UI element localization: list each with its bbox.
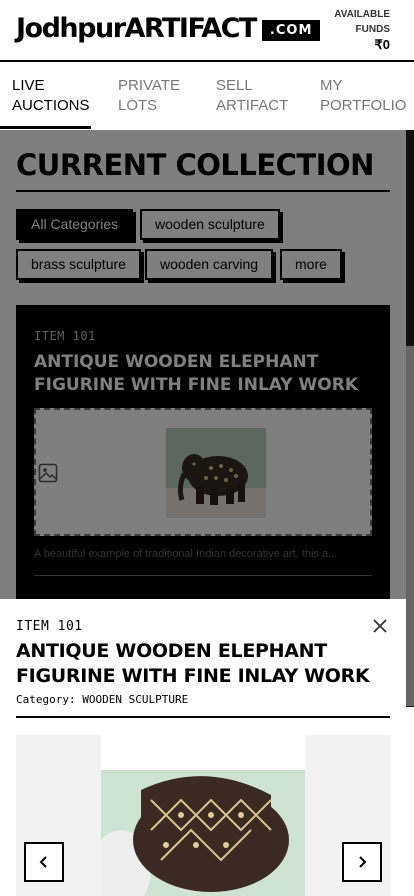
tab-label-line2: PORTFOLIO (320, 97, 407, 114)
tab-my-portfolio[interactable]: MY PORTFOLIO (320, 76, 406, 116)
item-photo (101, 770, 305, 896)
tab-label-line1: PRIVATE (118, 77, 180, 94)
active-tab-indicator (0, 126, 91, 129)
gallery-next-button[interactable] (342, 842, 382, 882)
site-logo[interactable]: JodhpurARTIFACT .COM (16, 12, 321, 44)
funds-label: AVAILABLE FUNDS (334, 9, 390, 35)
category-value: WOODEN SCULPTURE (82, 693, 189, 706)
item-title: ANTIQUE WOODEN ELEPHANT FIGURINE WITH FI… (16, 640, 370, 687)
item-detail-sheet: ITEM 101 ANTIQUE WOODEN ELEPHANT FIGURIN… (0, 599, 406, 896)
chevron-left-icon (39, 856, 47, 868)
site-header: JodhpurARTIFACT .COM AVAILABLE FUNDS ₹0 (0, 0, 414, 62)
tab-live-auctions[interactable]: LIVE AUCTIONS (12, 76, 90, 116)
item-id: ITEM 101 (16, 619, 83, 634)
close-icon[interactable] (370, 616, 390, 636)
gallery-prev-button[interactable] (24, 842, 64, 882)
tab-label-line1: LIVE (12, 77, 45, 94)
tab-label-line2: AUCTIONS (12, 97, 90, 114)
category-label: Category: (16, 693, 76, 706)
modal-edge (406, 707, 414, 896)
chevron-right-icon (359, 856, 367, 868)
logo-suffix: .COM (261, 19, 321, 41)
tab-label-line2: ARTIFACT (216, 97, 289, 114)
available-funds: AVAILABLE FUNDS ₹0 (330, 7, 390, 53)
tab-label-line2: LOTS (118, 97, 158, 114)
gallery-current-image (101, 735, 305, 896)
tab-label-line1: MY (320, 77, 343, 94)
tab-label-line1: SELL (216, 77, 253, 94)
main-nav: LIVE AUCTIONS PRIVATE LOTS SELL ARTIFACT… (0, 64, 414, 130)
image-gallery[interactable] (16, 735, 390, 896)
item-category: Category: WOODEN SCULPTURE (16, 693, 188, 706)
logo-text: JodhpurARTIFACT (16, 12, 257, 44)
tab-private-lots[interactable]: PRIVATE LOTS (118, 76, 180, 116)
divider (16, 716, 390, 718)
tab-sell-artifact[interactable]: SELL ARTIFACT (216, 76, 288, 116)
funds-value: ₹0 (374, 37, 390, 52)
